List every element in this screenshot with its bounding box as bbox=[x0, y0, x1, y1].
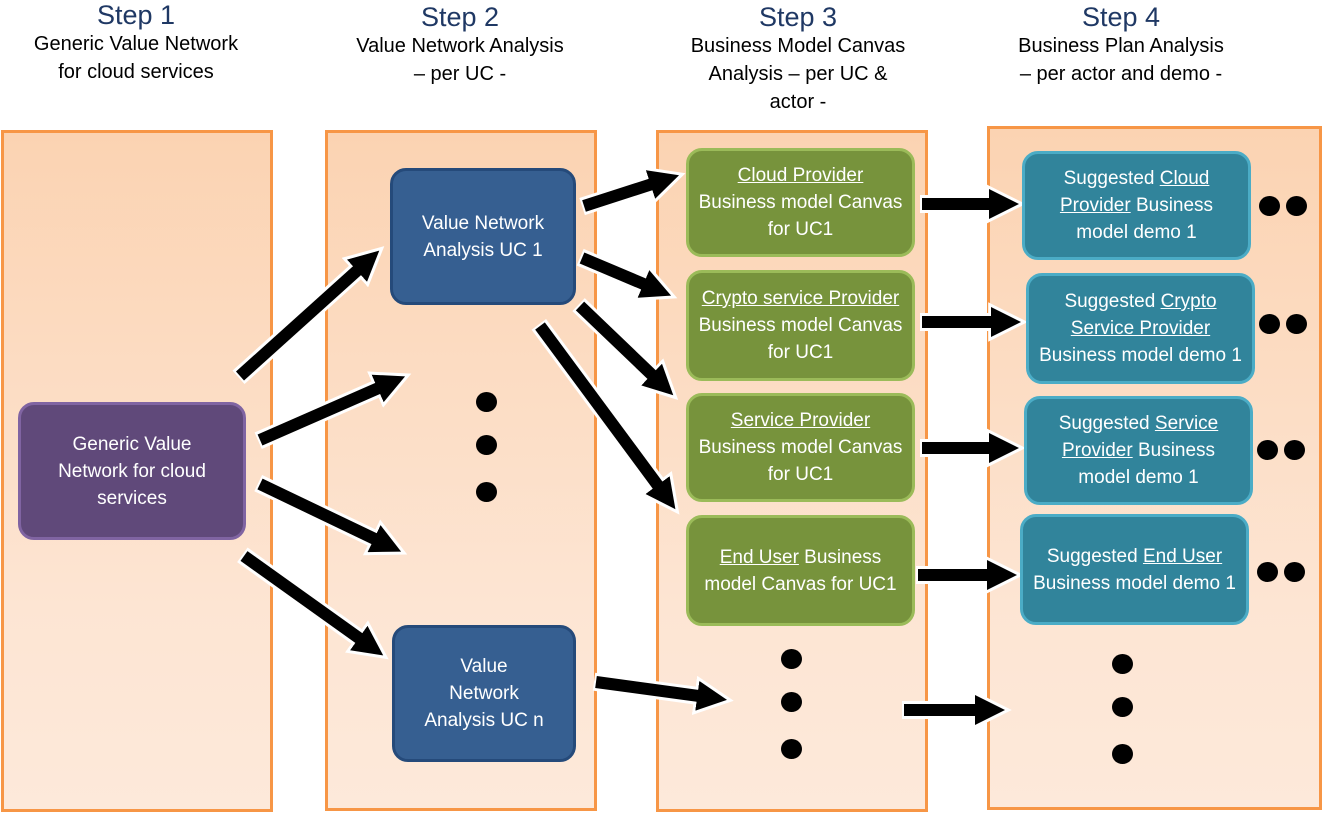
generic-value-network-label: Generic Value Network for cloud services bbox=[58, 433, 206, 509]
arrow-uc1-to-service-canvas-body bbox=[575, 301, 674, 396]
arrow-ucn-to-more-canvas bbox=[592, 672, 734, 716]
value-network-uc1-label: Value Network Analysis UC 1 bbox=[421, 212, 545, 261]
plan-actor: End User bbox=[1142, 545, 1223, 567]
arrow-generic-to-more-body bbox=[257, 374, 406, 446]
ellipsis-dot bbox=[1259, 314, 1280, 334]
arrow-generic-to-ucn-body bbox=[240, 551, 384, 656]
arrow-generic-to-uc1-body bbox=[235, 250, 380, 381]
arrow-uc1-to-crypto-canvas bbox=[576, 248, 678, 302]
canvas-node-service-provider: Service Provider Business model Canvas f… bbox=[686, 393, 915, 502]
canvas-actor: Crypto service Provider bbox=[701, 288, 900, 309]
ellipsis-dot bbox=[1112, 697, 1133, 717]
arrow-ucn-to-more-canvas-body bbox=[595, 676, 728, 711]
value-network-ucn-node: Value Network Analysis UC n bbox=[392, 625, 576, 762]
ellipsis-dot bbox=[781, 649, 802, 669]
ellipsis-dot bbox=[476, 435, 497, 455]
arrow-generic-to-more bbox=[254, 371, 412, 450]
arrow-uc1-to-enduser-canvas bbox=[531, 319, 680, 515]
ellipsis-dot bbox=[1257, 440, 1278, 460]
generic-value-network-node: Generic Value Network for cloud services bbox=[18, 402, 246, 540]
ellipsis-dot bbox=[1284, 562, 1305, 582]
ellipsis-dot bbox=[1112, 654, 1133, 674]
value-network-uc1-node: Value Network Analysis UC 1 bbox=[390, 168, 576, 305]
plan-prefix: Suggested bbox=[1046, 545, 1143, 567]
arrow-generic-to-uc1 bbox=[232, 246, 385, 385]
canvas-node-cloud-provider: Cloud Provider Business model Canvas for… bbox=[686, 148, 915, 257]
plan-node-cloud-provider: Suggested Cloud Provider Business model … bbox=[1022, 151, 1251, 260]
plan-node-end-user: Suggested End User Business model demo 1 bbox=[1020, 514, 1249, 625]
ellipsis-dot bbox=[1286, 314, 1307, 334]
arrow-uc1-to-service-canvas bbox=[572, 298, 679, 401]
arrow-uc1-to-crypto-canvas-body bbox=[579, 252, 672, 298]
ellipsis-dot bbox=[1259, 196, 1280, 216]
arrow-uc1-to-enduser-canvas-body bbox=[535, 322, 676, 510]
plan-prefix: Suggested bbox=[1064, 291, 1161, 312]
canvas-actor: Cloud Provider bbox=[737, 165, 864, 186]
plan-label: Business model demo 1 bbox=[1039, 345, 1242, 366]
value-network-ucn-label: Value Network Analysis UC n bbox=[424, 656, 544, 731]
plan-prefix: Suggested bbox=[1063, 168, 1160, 189]
canvas-label: Business model Canvas for UC1 bbox=[698, 437, 903, 485]
ellipsis-dot bbox=[781, 739, 802, 759]
arrow-generic-to-ucn bbox=[237, 547, 389, 660]
canvas-node-end-user: End User Business model Canvas for UC1 bbox=[686, 515, 915, 626]
ellipsis-dot bbox=[1257, 562, 1278, 582]
plan-label: Business model demo 1 bbox=[1033, 572, 1236, 594]
arrow-generic-to-more-2-body bbox=[257, 478, 402, 553]
arrow-uc1-to-cloud-canvas bbox=[579, 166, 686, 216]
canvas-actor: End User bbox=[719, 546, 799, 568]
arrow-generic-to-more-2 bbox=[254, 475, 408, 556]
ellipsis-dot bbox=[1284, 440, 1305, 460]
ellipsis-dot bbox=[476, 392, 497, 412]
ellipsis-dot bbox=[781, 692, 802, 712]
canvas-actor: Service Provider bbox=[730, 410, 871, 431]
plan-node-service-provider: Suggested Service Provider Business mode… bbox=[1024, 396, 1253, 505]
plan-prefix: Suggested bbox=[1058, 413, 1155, 434]
ellipsis-dot bbox=[1286, 196, 1307, 216]
ellipsis-dot bbox=[476, 482, 497, 502]
canvas-label: Business model Canvas for UC1 bbox=[698, 315, 903, 363]
ellipsis-dot bbox=[1112, 744, 1133, 764]
canvas-label: Business model Canvas for UC1 bbox=[698, 192, 903, 240]
canvas-node-crypto-service-provider: Crypto service Provider Business model C… bbox=[686, 270, 915, 381]
plan-node-crypto-service-provider: Suggested Crypto Service Provider Busine… bbox=[1026, 273, 1255, 384]
